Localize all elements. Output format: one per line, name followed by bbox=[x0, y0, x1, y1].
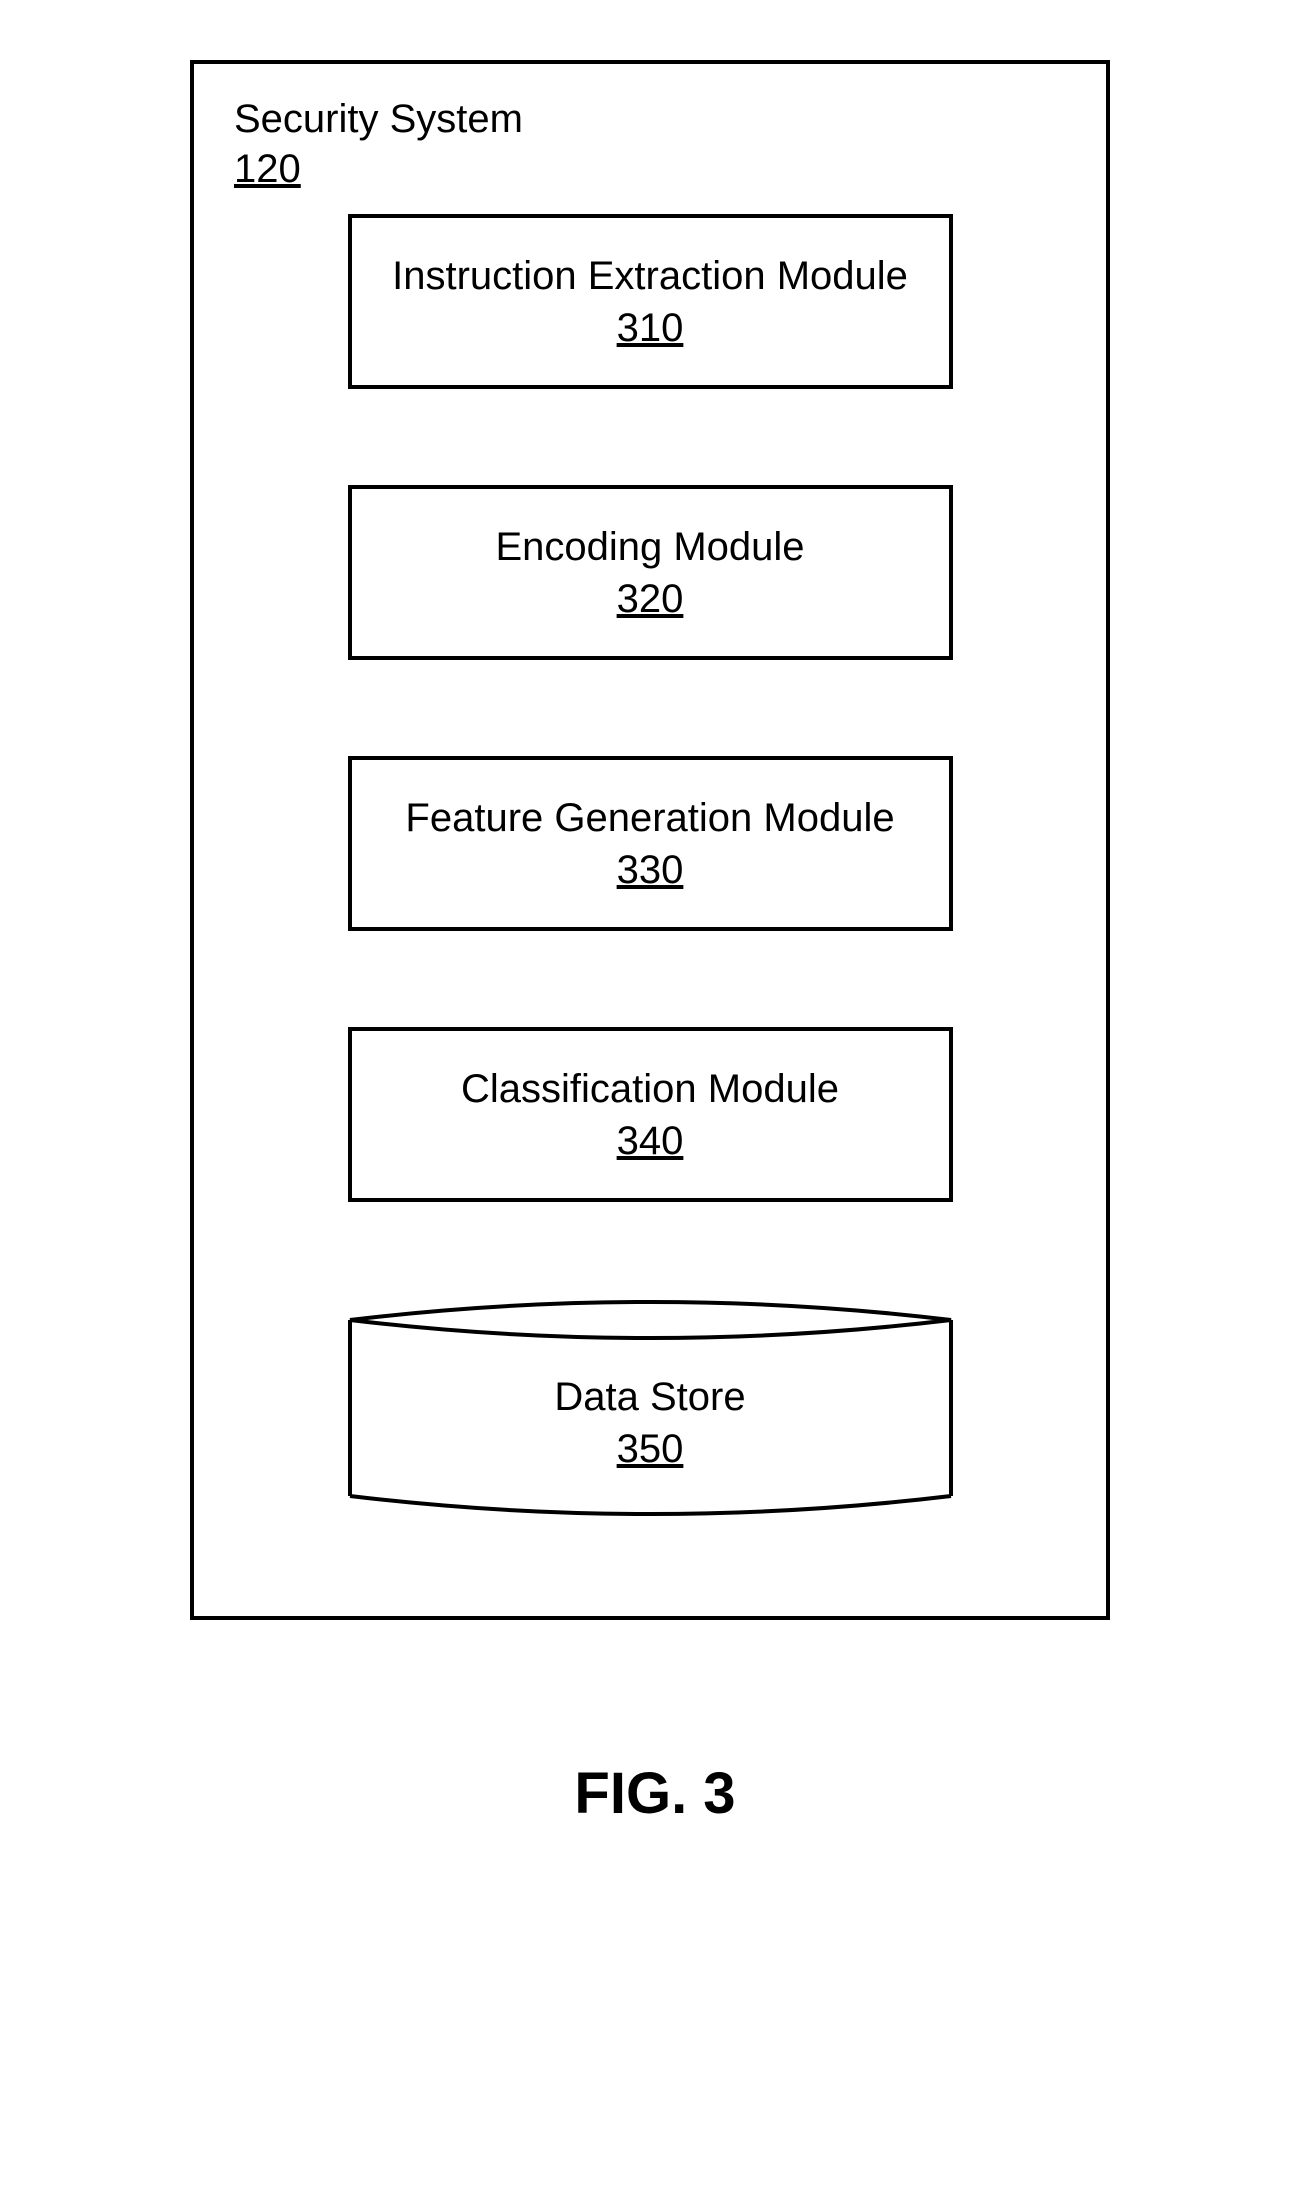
container-ref: 120 bbox=[234, 144, 1066, 194]
container-title: Security System bbox=[234, 94, 1066, 144]
data-store-name: Data Store bbox=[554, 1371, 745, 1423]
modules-column: Instruction Extraction Module 310 Encodi… bbox=[234, 214, 1066, 1518]
module-name: Instruction Extraction Module bbox=[392, 250, 908, 302]
module-ref: 320 bbox=[617, 573, 684, 625]
data-store-ref: 350 bbox=[617, 1423, 684, 1475]
module-name: Encoding Module bbox=[495, 521, 804, 573]
module-feature-generation: Feature Generation Module 330 bbox=[348, 756, 953, 931]
module-name: Feature Generation Module bbox=[405, 792, 894, 844]
module-ref: 330 bbox=[617, 844, 684, 896]
module-name: Classification Module bbox=[461, 1063, 839, 1115]
module-encoding: Encoding Module 320 bbox=[348, 485, 953, 660]
module-ref: 310 bbox=[617, 302, 684, 354]
security-system-container: Security System 120 Instruction Extracti… bbox=[190, 60, 1110, 1620]
data-store-label-block: Data Store 350 bbox=[348, 1298, 953, 1518]
container-title-block: Security System 120 bbox=[234, 94, 1066, 194]
module-classification: Classification Module 340 bbox=[348, 1027, 953, 1202]
figure-caption: FIG. 3 bbox=[190, 1760, 1120, 1827]
page: Security System 120 Instruction Extracti… bbox=[0, 0, 1310, 2207]
module-instruction-extraction: Instruction Extraction Module 310 bbox=[348, 214, 953, 389]
module-ref: 340 bbox=[617, 1115, 684, 1167]
data-store-cylinder: Data Store 350 bbox=[348, 1298, 953, 1518]
